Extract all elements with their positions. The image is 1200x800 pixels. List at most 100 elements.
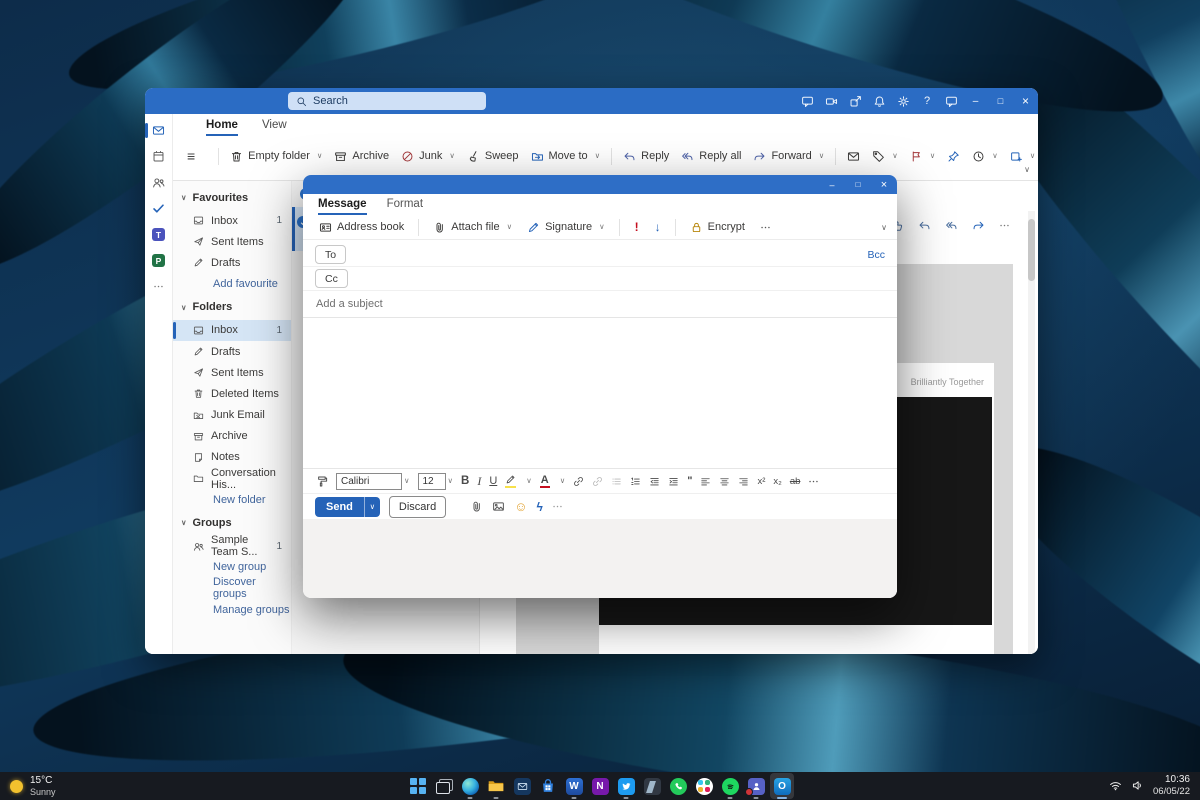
encrypt-button[interactable]: Encrypt: [684, 218, 751, 237]
reply-all-button[interactable]: Reply all: [675, 146, 747, 167]
compose-titlebar[interactable]: – □ ×: [303, 175, 897, 194]
groups-section-header[interactable]: ∨ Groups: [173, 510, 291, 535]
maximize-button[interactable]: □: [988, 88, 1013, 114]
junk-button[interactable]: Junk ∨: [395, 146, 461, 167]
emoji-button[interactable]: ☺: [514, 500, 527, 513]
compose-maximize-button[interactable]: □: [845, 175, 871, 194]
insert-link-button[interactable]: [573, 475, 584, 487]
format-painter-button[interactable]: [315, 475, 328, 488]
app-icon-file-explorer[interactable]: [484, 773, 508, 799]
highlight-button[interactable]: [505, 474, 517, 489]
collapse-toolbar-icon[interactable]: ∨: [881, 223, 887, 232]
send-button[interactable]: Send ∨: [315, 496, 380, 517]
hamburger-icon[interactable]: ≡: [181, 144, 201, 168]
more-actions-icon[interactable]: [999, 217, 1010, 235]
align-left-button[interactable]: [700, 475, 711, 487]
read-unread-button[interactable]: [841, 146, 866, 167]
settings-gear-icon[interactable]: [891, 88, 915, 114]
bold-button[interactable]: B: [461, 475, 469, 487]
rail-people-icon[interactable]: [145, 175, 172, 190]
app-icon-word[interactable]: W: [562, 773, 586, 799]
empty-folder-button[interactable]: Empty folder ∨: [224, 146, 328, 167]
address-book-button[interactable]: Address book: [313, 218, 410, 237]
italic-button[interactable]: I: [477, 474, 481, 489]
sidebar-item-drafts[interactable]: Drafts: [173, 341, 291, 362]
quote-button[interactable]: ": [687, 475, 692, 487]
task-view-button[interactable]: [432, 773, 456, 799]
manage-groups-link[interactable]: Manage groups: [173, 599, 291, 620]
to-recipients-input[interactable]: [346, 243, 867, 266]
sidebar-item-sample-team[interactable]: Sample Team S... 1: [173, 534, 291, 558]
to-button[interactable]: To: [315, 245, 347, 264]
app-icon-onenote[interactable]: N: [588, 773, 612, 799]
forward-icon[interactable]: [972, 217, 985, 235]
help-icon[interactable]: ?: [915, 88, 939, 114]
wifi-icon[interactable]: [1109, 777, 1122, 795]
archive-button[interactable]: Archive: [328, 146, 395, 167]
font-family-select[interactable]: Calibri ∨: [336, 472, 410, 490]
compose-minimize-button[interactable]: –: [819, 175, 845, 194]
discover-groups-link[interactable]: Discover groups: [173, 576, 291, 600]
app-icon-teams[interactable]: [744, 773, 768, 799]
sidebar-item-fav-drafts[interactable]: Drafts: [173, 252, 291, 273]
increase-indent-button[interactable]: [668, 475, 679, 487]
flag-button[interactable]: ∨: [904, 146, 942, 167]
sidebar-item-junk[interactable]: Junk Email: [173, 405, 291, 426]
more-compose-actions[interactable]: [552, 498, 563, 516]
strikethrough-button[interactable]: ab: [790, 476, 801, 487]
app-icon-screen-tool[interactable]: [640, 773, 664, 799]
share-icon[interactable]: [843, 88, 867, 114]
meet-now-icon[interactable]: [819, 88, 843, 114]
discard-button[interactable]: Discard: [388, 495, 447, 518]
rules-button[interactable]: ∨: [1004, 146, 1038, 167]
tab-home[interactable]: Home: [206, 119, 238, 136]
app-icon-mail[interactable]: [510, 773, 534, 799]
compose-more-options[interactable]: [754, 219, 777, 236]
tab-view[interactable]: View: [262, 119, 287, 136]
notifications-icon[interactable]: [867, 88, 891, 114]
bcc-link[interactable]: Bcc: [867, 249, 885, 261]
reply-button[interactable]: Reply: [617, 146, 675, 167]
volume-icon[interactable]: [1131, 777, 1144, 795]
subscript-button[interactable]: x₂: [773, 476, 781, 487]
new-folder-link[interactable]: New folder: [173, 489, 291, 510]
reply-icon[interactable]: [918, 217, 931, 235]
send-options-dropdown[interactable]: ∨: [365, 502, 380, 511]
add-favourite-link[interactable]: Add favourite: [173, 274, 291, 295]
rail-teams-icon[interactable]: T: [145, 227, 172, 242]
align-center-button[interactable]: [719, 475, 730, 487]
close-button[interactable]: ×: [1013, 88, 1038, 114]
favourites-section-header[interactable]: ∨ Favourites: [173, 185, 291, 210]
weather-widget[interactable]: 15°C Sunny: [0, 775, 160, 797]
font-color-button[interactable]: A: [539, 474, 550, 488]
more-formatting-button[interactable]: [808, 475, 819, 487]
sidebar-item-archive[interactable]: Archive: [173, 426, 291, 447]
feedback-icon[interactable]: [939, 88, 963, 114]
sidebar-item-fav-inbox[interactable]: Inbox 1: [173, 210, 291, 231]
folders-section-header[interactable]: ∨ Folders: [173, 295, 291, 320]
reply-all-icon[interactable]: [945, 217, 958, 235]
move-to-button[interactable]: Move to ∨: [525, 146, 607, 167]
forward-button[interactable]: Forward ∨: [747, 146, 830, 167]
app-icon-twitter[interactable]: [614, 773, 638, 799]
sidebar-item-fav-sent[interactable]: Sent Items: [173, 231, 291, 252]
categorize-button[interactable]: ∨: [866, 146, 904, 167]
cc-recipients-input[interactable]: [348, 267, 885, 290]
compose-tab-format[interactable]: Format: [387, 198, 423, 215]
low-importance-button[interactable]: ↓: [649, 220, 667, 234]
rail-calendar-icon[interactable]: [145, 149, 172, 164]
sweep-button[interactable]: Sweep: [461, 146, 525, 167]
subject-input[interactable]: Add a subject: [303, 291, 897, 318]
taskbar-clock[interactable]: 10:36 06/05/22: [1153, 774, 1190, 797]
app-icon-store[interactable]: [536, 773, 560, 799]
underline-button[interactable]: U: [489, 475, 497, 487]
scrollbar-thumb[interactable]: [1028, 219, 1035, 281]
attach-icon-button[interactable]: [470, 498, 483, 516]
align-right-button[interactable]: [738, 475, 749, 487]
sidebar-item-sent[interactable]: Sent Items: [173, 362, 291, 383]
font-size-select[interactable]: 12 ∨: [417, 472, 453, 490]
high-importance-button[interactable]: !: [628, 220, 646, 234]
signature-button[interactable]: Signature ∨: [521, 218, 611, 237]
compose-close-button[interactable]: ×: [871, 175, 897, 194]
app-icon-slack[interactable]: [692, 773, 716, 799]
